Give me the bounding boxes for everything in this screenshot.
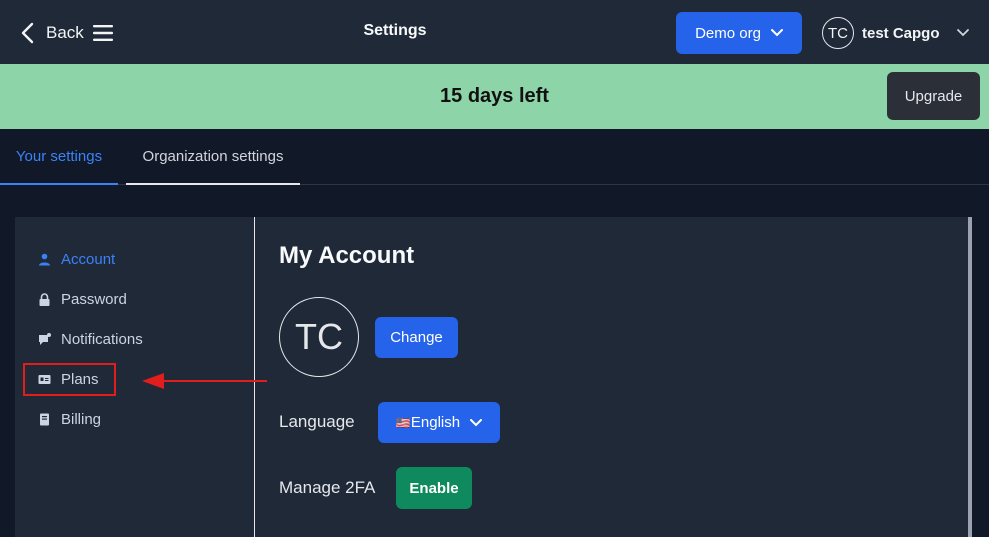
change-avatar-button[interactable]: Change [375,317,458,358]
twofa-label: Manage 2FA [279,478,376,497]
tab-organization-settings[interactable]: Organization settings [126,129,300,185]
tab-your-settings[interactable]: Your settings [0,129,118,185]
sidebar-item-billing[interactable]: Billing [38,407,101,431]
sidebar-item-label: Account [61,250,116,268]
us-flag-icon: 🇺🇸 [395,416,411,430]
upgrade-button[interactable]: Upgrade [887,72,980,120]
sidebar-item-password[interactable]: Password [38,287,127,311]
language-value: English [410,414,461,431]
page-title: Settings [363,22,427,39]
plans-highlight-box [23,363,116,396]
avatar: TC [822,17,854,49]
chevron-down-icon [956,29,969,37]
trial-banner: 15 days left [0,64,989,129]
chevron-down-icon [770,29,783,37]
arrow-annotation-icon [142,373,267,389]
sidebar-item-label: Password [61,290,127,308]
trial-days-left: 15 days left [440,85,549,107]
sidebar-item-account[interactable]: Account [38,247,115,271]
user-menu[interactable]: TC test Capgo [822,17,970,49]
lock-icon [39,292,50,306]
section-heading: My Account [279,242,415,269]
receipt-icon [40,413,49,425]
enable-2fa-button[interactable]: Enable [396,467,472,509]
bell-icon [39,332,51,345]
scrollbar[interactable] [968,217,972,537]
language-selector[interactable]: 🇺🇸English [378,402,500,443]
settings-tabs: Your settings Organization settings [0,129,989,185]
sidebar-item-label: Billing [61,410,102,428]
organization-selector-button[interactable]: Demo org [676,12,802,54]
user-name: test Capgo [862,24,940,42]
chevron-down-icon [470,418,483,426]
sidebar-item-notifications[interactable]: Notifications [38,327,143,351]
profile-avatar: TC [279,297,359,377]
sidebar-item-label: Notifications [61,330,143,348]
language-label: Language [279,412,355,431]
user-icon [39,253,50,265]
org-label: Demo org [695,24,761,42]
